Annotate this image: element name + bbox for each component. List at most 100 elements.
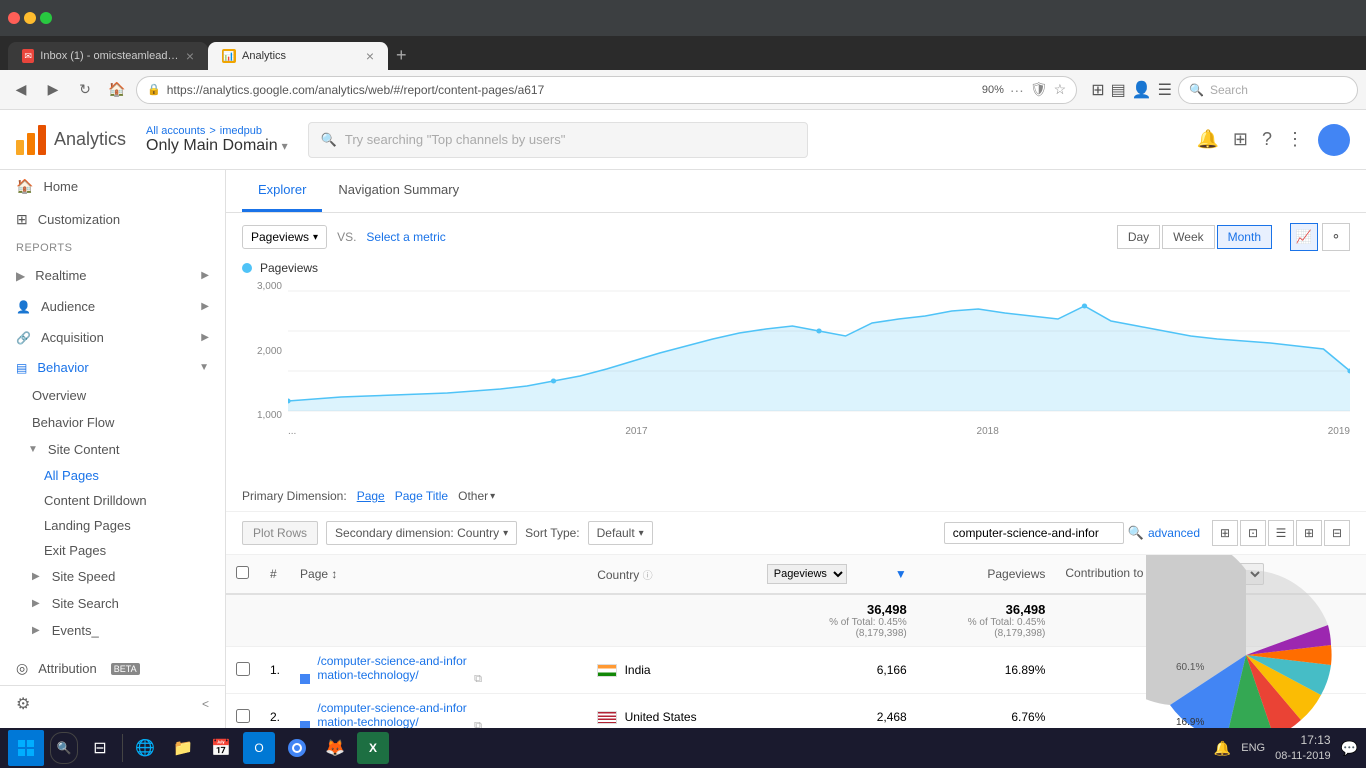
notifications-icon[interactable]: 🔔 [1196, 129, 1218, 150]
taskbar-edge-icon[interactable]: 🌐 [129, 732, 161, 764]
ga-search-placeholder: Try searching "Top channels by users" [345, 132, 565, 147]
primary-dim-page[interactable]: Page [357, 489, 385, 503]
taskbar-notification-icon[interactable]: 🔔 [1214, 740, 1231, 757]
row2-page-link[interactable]: /computer-science-and-information-techno… [317, 701, 466, 729]
collapse-sidebar-button[interactable]: < [202, 697, 209, 711]
line-chart-svg [288, 281, 1350, 421]
row1-page-link[interactable]: /computer-science-and-information-techno… [317, 654, 466, 682]
row1-checkbox[interactable] [236, 662, 250, 676]
sidebar-item-behavior[interactable]: ▤ Behavior ▼ [0, 353, 225, 382]
sidebar-item-site-speed[interactable]: ▶ Site Speed [0, 563, 225, 590]
library-icon[interactable]: ⊞ [1091, 80, 1104, 100]
site-speed-arrow-icon: ▶ [32, 571, 40, 582]
taskbar-chrome-icon[interactable] [281, 732, 313, 764]
row1-copy-icon[interactable]: ⧉ [474, 673, 482, 685]
grid-view-btn[interactable]: ⊞ [1212, 520, 1238, 546]
line-chart-view-btn[interactable]: 📈 [1290, 223, 1318, 251]
sidebar-all-pages-label: All Pages [44, 468, 99, 483]
sidebar-item-all-pages[interactable]: All Pages [0, 463, 225, 488]
list-view-btn[interactable]: ☰ [1268, 520, 1294, 546]
sidebar-item-exit-pages[interactable]: Exit Pages [0, 538, 225, 563]
sidebar-item-attribution[interactable]: ◎ Attribution BETA [0, 652, 225, 685]
sidebar-item-realtime[interactable]: ▶ Realtime ▶ [0, 260, 225, 291]
select-metric-link[interactable]: Select a metric [366, 230, 445, 244]
url-bar[interactable]: 🔒 https://analytics.google.com/analytics… [136, 76, 1077, 104]
sort-arrow-icon: ▾ [639, 528, 644, 539]
total-base1: (8,179,398) [767, 628, 907, 639]
sidebar-item-audience[interactable]: 👤 Audience ▶ [0, 291, 225, 322]
sort-desc-arrow-icon[interactable]: ▼ [895, 567, 907, 581]
help-icon[interactable]: ? [1262, 129, 1272, 150]
sidebar-item-events[interactable]: ▶ Events_ [0, 617, 225, 644]
sidebar-item-overview[interactable]: Overview [0, 382, 225, 409]
home-button[interactable]: 🏠 [104, 77, 130, 103]
taskbar-firefox-icon[interactable]: 🦊 [319, 732, 351, 764]
pivot-view-btn[interactable]: ⊞ [1296, 520, 1322, 546]
sidebar-item-acquisition[interactable]: 🔗 Acquisition ▶ [0, 322, 225, 353]
search-filter-input[interactable] [944, 522, 1124, 544]
close-tab-analytics-icon[interactable]: × [366, 48, 374, 64]
sidebar-item-landing-pages[interactable]: Landing Pages [0, 513, 225, 538]
taskbar-task-view-button[interactable]: ⊟ [84, 732, 116, 764]
x-label-2017: 2017 [625, 426, 647, 437]
sidebar-item-behavior-flow[interactable]: Behavior Flow [0, 409, 225, 436]
reload-button[interactable]: ↻ [72, 77, 98, 103]
account-icon[interactable]: 👤 [1132, 80, 1152, 100]
settings-icon[interactable]: ⚙ [16, 694, 30, 714]
secondary-dimension-dropdown[interactable]: Secondary dimension: Country ▾ [326, 521, 517, 545]
forward-button[interactable]: ▶ [40, 77, 66, 103]
menu-icon[interactable]: ☰ [1158, 80, 1172, 100]
ga-account-name[interactable]: imedpub [220, 125, 262, 137]
chart-table-view-btn[interactable]: ⊟ [1324, 520, 1350, 546]
sidebar-item-content-drilldown[interactable]: Content Drilldown [0, 488, 225, 513]
sidebar-realtime-label: Realtime [35, 268, 86, 283]
sort-type-dropdown[interactable]: Default ▾ [588, 521, 653, 545]
primary-dim-other-dropdown[interactable]: Other ▾ [458, 489, 495, 503]
sidebar-item-home[interactable]: 🏠 Home [0, 170, 225, 203]
time-btn-month[interactable]: Month [1217, 225, 1272, 249]
bar-chart-view-btn[interactable]: ⚬ [1322, 223, 1350, 251]
browser-tab-inbox[interactable]: ✉ Inbox (1) - omicsteamleads2@... × [8, 42, 208, 70]
sidebar-item-site-search[interactable]: ▶ Site Search [0, 590, 225, 617]
india-flag-icon [597, 664, 617, 677]
taskbar-excel-icon[interactable]: X [357, 732, 389, 764]
taskbar-notification-center-icon[interactable]: 💬 [1341, 740, 1358, 757]
sidebar-item-customization[interactable]: ⊞ Customization [0, 203, 225, 236]
th-country[interactable]: Country ⓘ [587, 555, 757, 594]
th-page[interactable]: Page ↕ [290, 555, 587, 594]
row1-page-cell: /computer-science-and-information-techno… [290, 647, 587, 694]
apps-icon[interactable]: ⊞ [1233, 129, 1248, 150]
browser-tab-analytics[interactable]: 📊 Analytics × [208, 42, 388, 70]
tab-explorer[interactable]: Explorer [242, 170, 322, 212]
th-pageviews-sort[interactable]: Pageviews ▼ [757, 555, 917, 594]
time-btn-week[interactable]: Week [1162, 225, 1214, 249]
sidebar-item-site-content[interactable]: ▼ Site Content [0, 436, 225, 463]
metric-dropdown[interactable]: Pageviews ▾ [242, 225, 327, 249]
tab-navigation-summary[interactable]: Navigation Summary [322, 170, 475, 212]
compare-view-btn[interactable]: ⊡ [1240, 520, 1266, 546]
report-tabs: Explorer Navigation Summary [226, 170, 1366, 213]
ga-property-selector[interactable]: Only Main Domain ▾ [146, 137, 288, 155]
back-button[interactable]: ◀ [8, 77, 34, 103]
new-tab-button[interactable]: + [388, 41, 415, 70]
search-filter-icon[interactable]: 🔍 [1128, 525, 1144, 541]
start-button[interactable] [8, 730, 44, 766]
more-options-icon[interactable]: ⋮ [1286, 129, 1304, 150]
time-btn-day[interactable]: Day [1117, 225, 1160, 249]
advanced-filter-link[interactable]: advanced [1148, 526, 1200, 540]
plot-rows-button[interactable]: Plot Rows [242, 521, 318, 545]
ga-search-bar[interactable]: 🔍 Try searching "Top channels by users" [308, 122, 808, 158]
taskbar-calendar-icon[interactable]: 📅 [205, 732, 237, 764]
ga-all-accounts-link[interactable]: All accounts [146, 125, 205, 137]
taskbar-outlook-icon[interactable]: O [243, 732, 275, 764]
pageviews-column-select[interactable]: Pageviews [767, 564, 847, 584]
close-tab-inbox-icon[interactable]: × [186, 48, 194, 64]
primary-dim-page-title[interactable]: Page Title [395, 489, 448, 503]
taskbar-files-icon[interactable]: 📁 [167, 732, 199, 764]
sidebar-toggle-icon[interactable]: ▤ [1111, 80, 1126, 100]
select-all-checkbox[interactable] [236, 566, 249, 579]
row2-checkbox[interactable] [236, 709, 250, 723]
user-avatar[interactable] [1318, 124, 1350, 156]
taskbar-search-button[interactable]: 🔍 [50, 732, 78, 764]
firefox-search-bar[interactable]: 🔍 Search [1178, 76, 1358, 104]
